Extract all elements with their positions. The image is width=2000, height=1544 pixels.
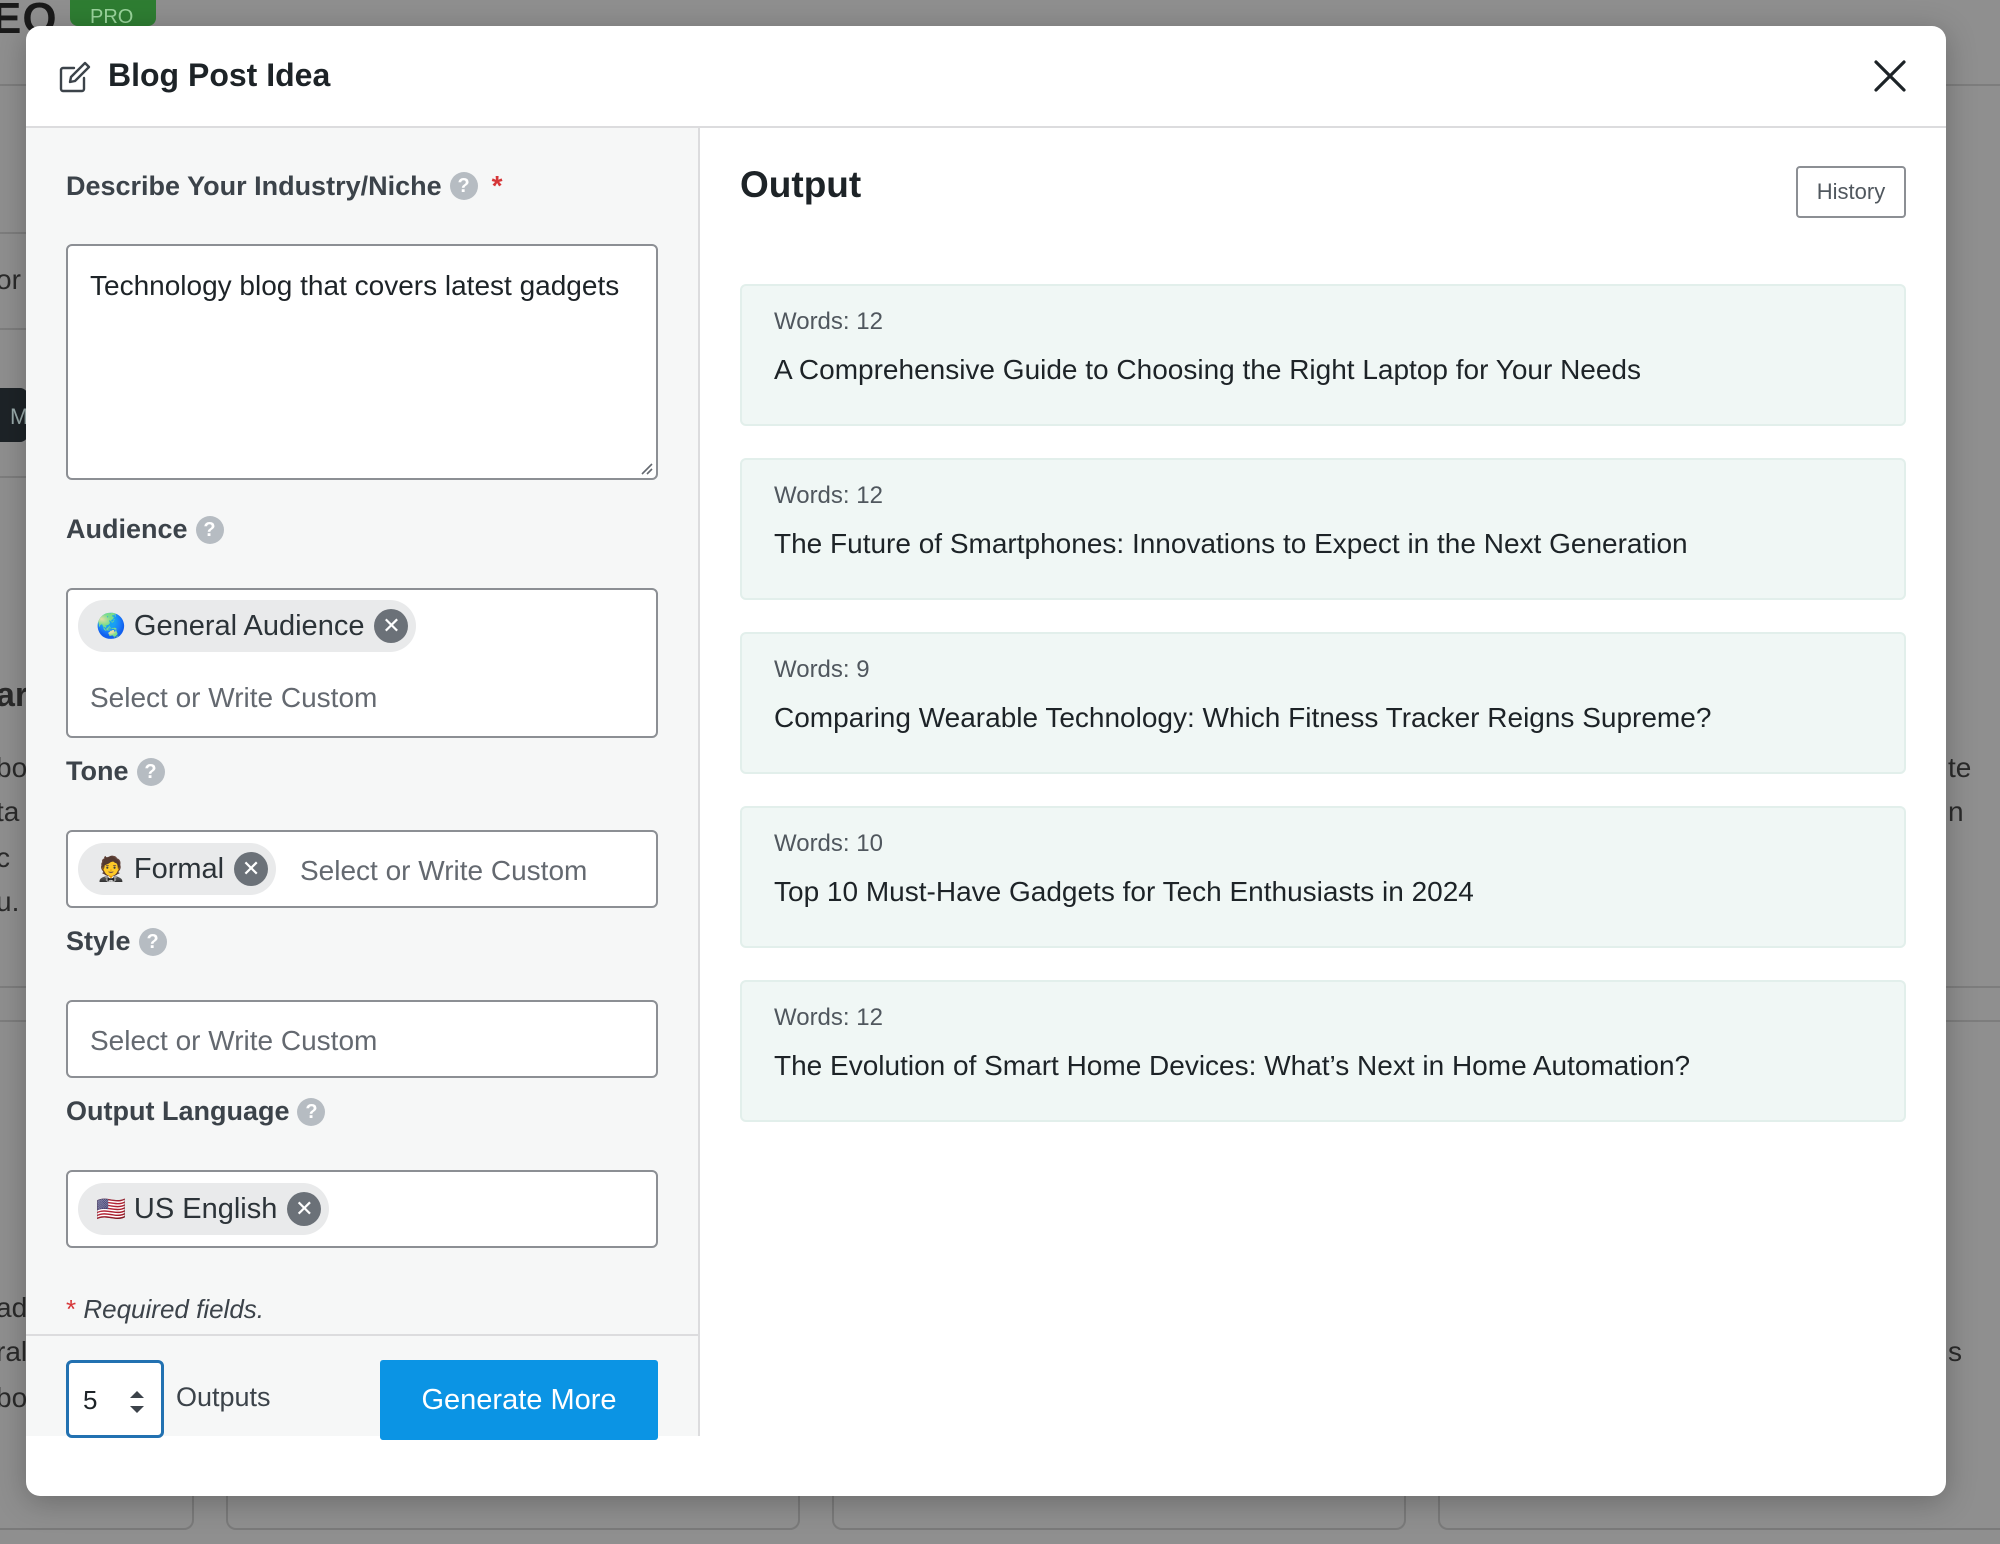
output-panel: Output History Words: 12 A Comprehensive…: [700, 128, 1946, 1436]
audience-chip: 🌏 General Audience ✕: [78, 600, 417, 652]
history-button[interactable]: History: [1796, 166, 1906, 218]
resize-handle-icon[interactable]: [636, 458, 654, 476]
blog-post-idea-modal: Blog Post Idea Describe Your Industry/Ni…: [26, 26, 1946, 1496]
output-heading: Output: [740, 164, 862, 205]
audience-select[interactable]: 🌏 General Audience ✕ Select or Write Cus…: [66, 588, 658, 738]
output-language-select[interactable]: 🇺🇸 US English ✕: [66, 1170, 658, 1248]
background-text: bo: [0, 752, 28, 783]
background-text: ral: [0, 1336, 28, 1367]
edit-icon: [59, 61, 91, 93]
chip-label: US English: [133, 1192, 278, 1225]
modal-header: Blog Post Idea: [26, 26, 1946, 128]
background-text: c: [0, 842, 10, 873]
remove-chip-icon[interactable]: ✕: [374, 609, 409, 643]
person-icon: 🤵: [96, 855, 126, 883]
audience-input-placeholder[interactable]: Select or Write Custom: [90, 682, 377, 714]
help-icon[interactable]: ?: [195, 515, 224, 544]
tone-select[interactable]: 🤵 Formal ✕ Select or Write Custom: [66, 830, 658, 908]
background-divider: [1946, 986, 2000, 988]
modal-title: Blog Post Idea: [108, 57, 331, 93]
background-divider: [1946, 1020, 2000, 1022]
industry-value: Technology blog that covers latest gadge…: [90, 270, 620, 301]
result-text: Top 10 Must-Have Gadgets for Tech Enthus…: [774, 876, 1474, 907]
result-text: The Evolution of Smart Home Devices: Wha…: [774, 1050, 1691, 1081]
background-pro-badge: PRO: [70, 0, 156, 28]
result-card[interactable]: Words: 12 The Evolution of Smart Home De…: [740, 980, 1906, 1122]
form-panel: Describe Your Industry/Niche ? * Technol…: [26, 128, 700, 1440]
background-text: n: [1948, 796, 1964, 827]
stepper-arrows-icon[interactable]: [127, 1387, 147, 1417]
tone-chip: 🤵 Formal ✕: [78, 843, 277, 895]
output-language-label: Output Language ?: [66, 1096, 326, 1127]
background-text: ar: [0, 676, 29, 714]
background-text: te: [1948, 752, 1972, 783]
result-text: Comparing Wearable Technology: Which Fit…: [774, 702, 1712, 733]
chip-label: Formal: [133, 852, 225, 885]
result-text: The Future of Smartphones: Innovations t…: [774, 528, 1688, 559]
background-text: u.: [0, 886, 20, 917]
result-card[interactable]: Words: 9 Comparing Wearable Technology: …: [740, 632, 1906, 774]
form-footer: 5 Outputs Generate More: [26, 1334, 698, 1440]
close-icon[interactable]: [1870, 56, 1910, 96]
chip-label: General Audience: [133, 609, 365, 642]
background-text: ad: [0, 1292, 28, 1323]
result-word-count: Words: 12: [774, 482, 883, 509]
background-text: ta: [0, 796, 20, 827]
audience-label: Audience ?: [66, 514, 224, 545]
background-dark-button: M: [0, 388, 28, 442]
result-text: A Comprehensive Guide to Choosing the Ri…: [774, 354, 1642, 385]
result-card[interactable]: Words: 12 A Comprehensive Guide to Choos…: [740, 284, 1906, 426]
result-word-count: Words: 9: [774, 656, 870, 683]
style-select[interactable]: Select or Write Custom: [66, 1000, 658, 1078]
remove-chip-icon[interactable]: ✕: [287, 1192, 322, 1226]
outputs-count-stepper[interactable]: 5: [66, 1360, 164, 1438]
result-word-count: Words: 12: [774, 308, 883, 335]
globe-icon: 🌏: [96, 612, 126, 640]
result-card[interactable]: Words: 10 Top 10 Must-Have Gadgets for T…: [740, 806, 1906, 948]
industry-textarea[interactable]: Technology blog that covers latest gadge…: [66, 244, 658, 480]
style-label: Style ?: [66, 926, 167, 957]
required-marker: *: [491, 170, 503, 201]
tone-input-placeholder[interactable]: Select or Write Custom: [300, 855, 587, 887]
help-icon[interactable]: ?: [136, 757, 165, 786]
industry-label: Describe Your Industry/Niche ? *: [66, 170, 503, 201]
background-text: s: [1948, 1336, 1962, 1367]
result-word-count: Words: 12: [774, 1004, 883, 1031]
help-icon[interactable]: ?: [449, 172, 478, 200]
result-card[interactable]: Words: 12 The Future of Smartphones: Inn…: [740, 458, 1906, 600]
remove-chip-icon[interactable]: ✕: [234, 852, 269, 886]
help-icon[interactable]: ?: [138, 927, 167, 956]
required-fields-note: * Required fields.: [66, 1294, 265, 1324]
background-text: bo: [0, 1382, 28, 1413]
tone-label: Tone ?: [66, 756, 165, 787]
help-icon[interactable]: ?: [297, 1097, 326, 1126]
outputs-label: Outputs: [176, 1382, 271, 1412]
style-input-placeholder[interactable]: Select or Write Custom: [90, 1025, 377, 1057]
language-chip: 🇺🇸 US English ✕: [78, 1183, 330, 1235]
us-flag-icon: 🇺🇸: [96, 1195, 126, 1223]
result-word-count: Words: 10: [774, 830, 883, 857]
outputs-count-value: 5: [83, 1385, 98, 1415]
background-text: or: [0, 264, 21, 295]
generate-more-button[interactable]: Generate More: [380, 1360, 658, 1440]
